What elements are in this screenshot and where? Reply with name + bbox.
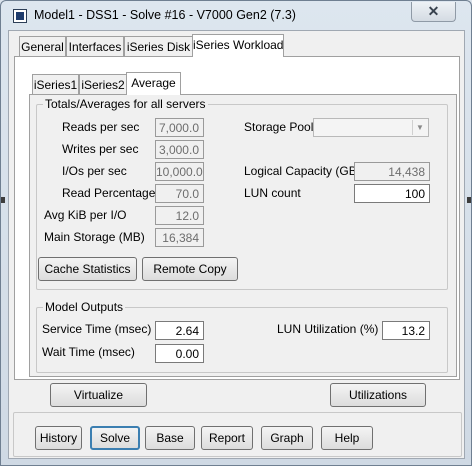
reads-per-sec-label: Reads per sec <box>62 120 140 134</box>
storage-pool-select[interactable]: ▼ <box>313 118 429 137</box>
tab-iseries-disk[interactable]: iSeries Disk <box>124 36 193 57</box>
footer-bar: History Solve Base Report Graph Help <box>13 412 462 457</box>
virtualize-label: Virtualize <box>73 388 124 402</box>
totals-group-title: Totals/Averages for all servers <box>43 97 208 111</box>
model-outputs-group: Model Outputs Service Time (msec) 2.64 W… <box>36 300 448 373</box>
totals-group: Totals/Averages for all servers Reads pe… <box>36 97 448 290</box>
base-button[interactable]: Base <box>145 426 195 450</box>
close-icon: ✕ <box>427 3 440 19</box>
utilizations-button[interactable]: Utilizations <box>330 383 426 407</box>
service-time-label: Service Time (msec) <box>42 322 152 336</box>
lun-count-label: LUN count <box>244 186 301 200</box>
base-label: Base <box>156 431 184 445</box>
remote-copy-button[interactable]: Remote Copy <box>142 257 238 281</box>
writes-per-sec-label: Writes per sec <box>62 142 139 156</box>
solve-button[interactable]: Solve <box>90 426 140 450</box>
storage-pool-label: Storage Pool <box>244 120 314 134</box>
title-bar[interactable]: Model1 - DSS1 - Solve #16 - V7000 Gen2 (… <box>1 1 471 31</box>
app-window: Model1 - DSS1 - Solve #16 - V7000 Gen2 (… <box>0 0 472 466</box>
writes-per-sec-field[interactable]: 3,000.0 <box>155 140 204 159</box>
reads-per-sec-field[interactable]: 7,000.0 <box>155 118 204 137</box>
window-title: Model1 - DSS1 - Solve #16 - V7000 Gen2 (… <box>34 8 296 22</box>
tab-general[interactable]: General <box>19 36 66 57</box>
solve-label: Solve <box>99 431 131 445</box>
wait-time-label: Wait Time (msec) <box>42 345 135 359</box>
logical-capacity-field[interactable]: 14,438 <box>354 162 430 181</box>
remote-copy-label: Remote Copy <box>153 262 227 276</box>
help-label: Help <box>334 431 360 445</box>
main-storage-label: Main Storage (MB) <box>44 230 145 244</box>
ios-per-sec-label: I/Os per sec <box>62 164 127 178</box>
avg-kib-per-io-field[interactable]: 12.0 <box>155 206 204 225</box>
cache-statistics-label: Cache Statistics <box>44 262 131 276</box>
wait-time-field[interactable]: 0.00 <box>155 344 204 363</box>
tab-iseries-workload[interactable]: iSeries Workload <box>192 34 284 57</box>
ios-per-sec-field[interactable]: 10,000.0 <box>155 162 204 181</box>
tab-interfaces[interactable]: Interfaces <box>66 36 124 57</box>
lun-utilization-field[interactable]: 13.2 <box>382 321 430 340</box>
close-button[interactable]: ✕ <box>411 2 456 22</box>
logical-capacity-label: Logical Capacity (GB) <box>244 164 361 178</box>
service-time-field[interactable]: 2.64 <box>155 321 204 340</box>
right-edge-tick <box>467 197 471 203</box>
graph-button[interactable]: Graph <box>261 426 313 450</box>
model-outputs-title: Model Outputs <box>43 300 126 314</box>
lun-utilization-label: LUN Utilization (%) <box>277 322 379 336</box>
main-storage-field[interactable]: 16,384 <box>155 228 204 247</box>
tab-iseries1[interactable]: iSeries1 <box>32 74 79 95</box>
lun-count-field[interactable]: 100 <box>354 184 430 203</box>
tab-iseries2[interactable]: iSeries2 <box>79 74 127 95</box>
read-percentage-label: Read Percentage <box>62 186 156 200</box>
average-panel: Totals/Averages for all servers Reads pe… <box>29 94 457 377</box>
read-percentage-field[interactable]: 70.0 <box>155 184 204 203</box>
help-button[interactable]: Help <box>321 426 373 450</box>
graph-label: Graph <box>270 431 304 445</box>
utilizations-label: Utilizations <box>348 388 408 402</box>
report-button[interactable]: Report <box>201 426 253 450</box>
cache-statistics-button[interactable]: Cache Statistics <box>38 257 137 281</box>
avg-kib-per-io-label: Avg KiB per I/O <box>44 208 127 222</box>
chevron-down-icon[interactable]: ▼ <box>412 120 427 135</box>
app-icon[interactable] <box>13 9 27 23</box>
virtualize-button[interactable]: Virtualize <box>50 383 147 407</box>
tab-average[interactable]: Average <box>126 72 181 95</box>
report-label: Report <box>208 431 246 445</box>
history-label: History <box>39 431 78 445</box>
left-edge-tick <box>1 197 5 203</box>
iseries-workload-panel: iSeries1 iSeries2 Average Totals/Average… <box>14 56 460 380</box>
history-button[interactable]: History <box>35 426 82 450</box>
dialog-client: General Interfaces iSeries Disk iSeries … <box>8 30 465 459</box>
